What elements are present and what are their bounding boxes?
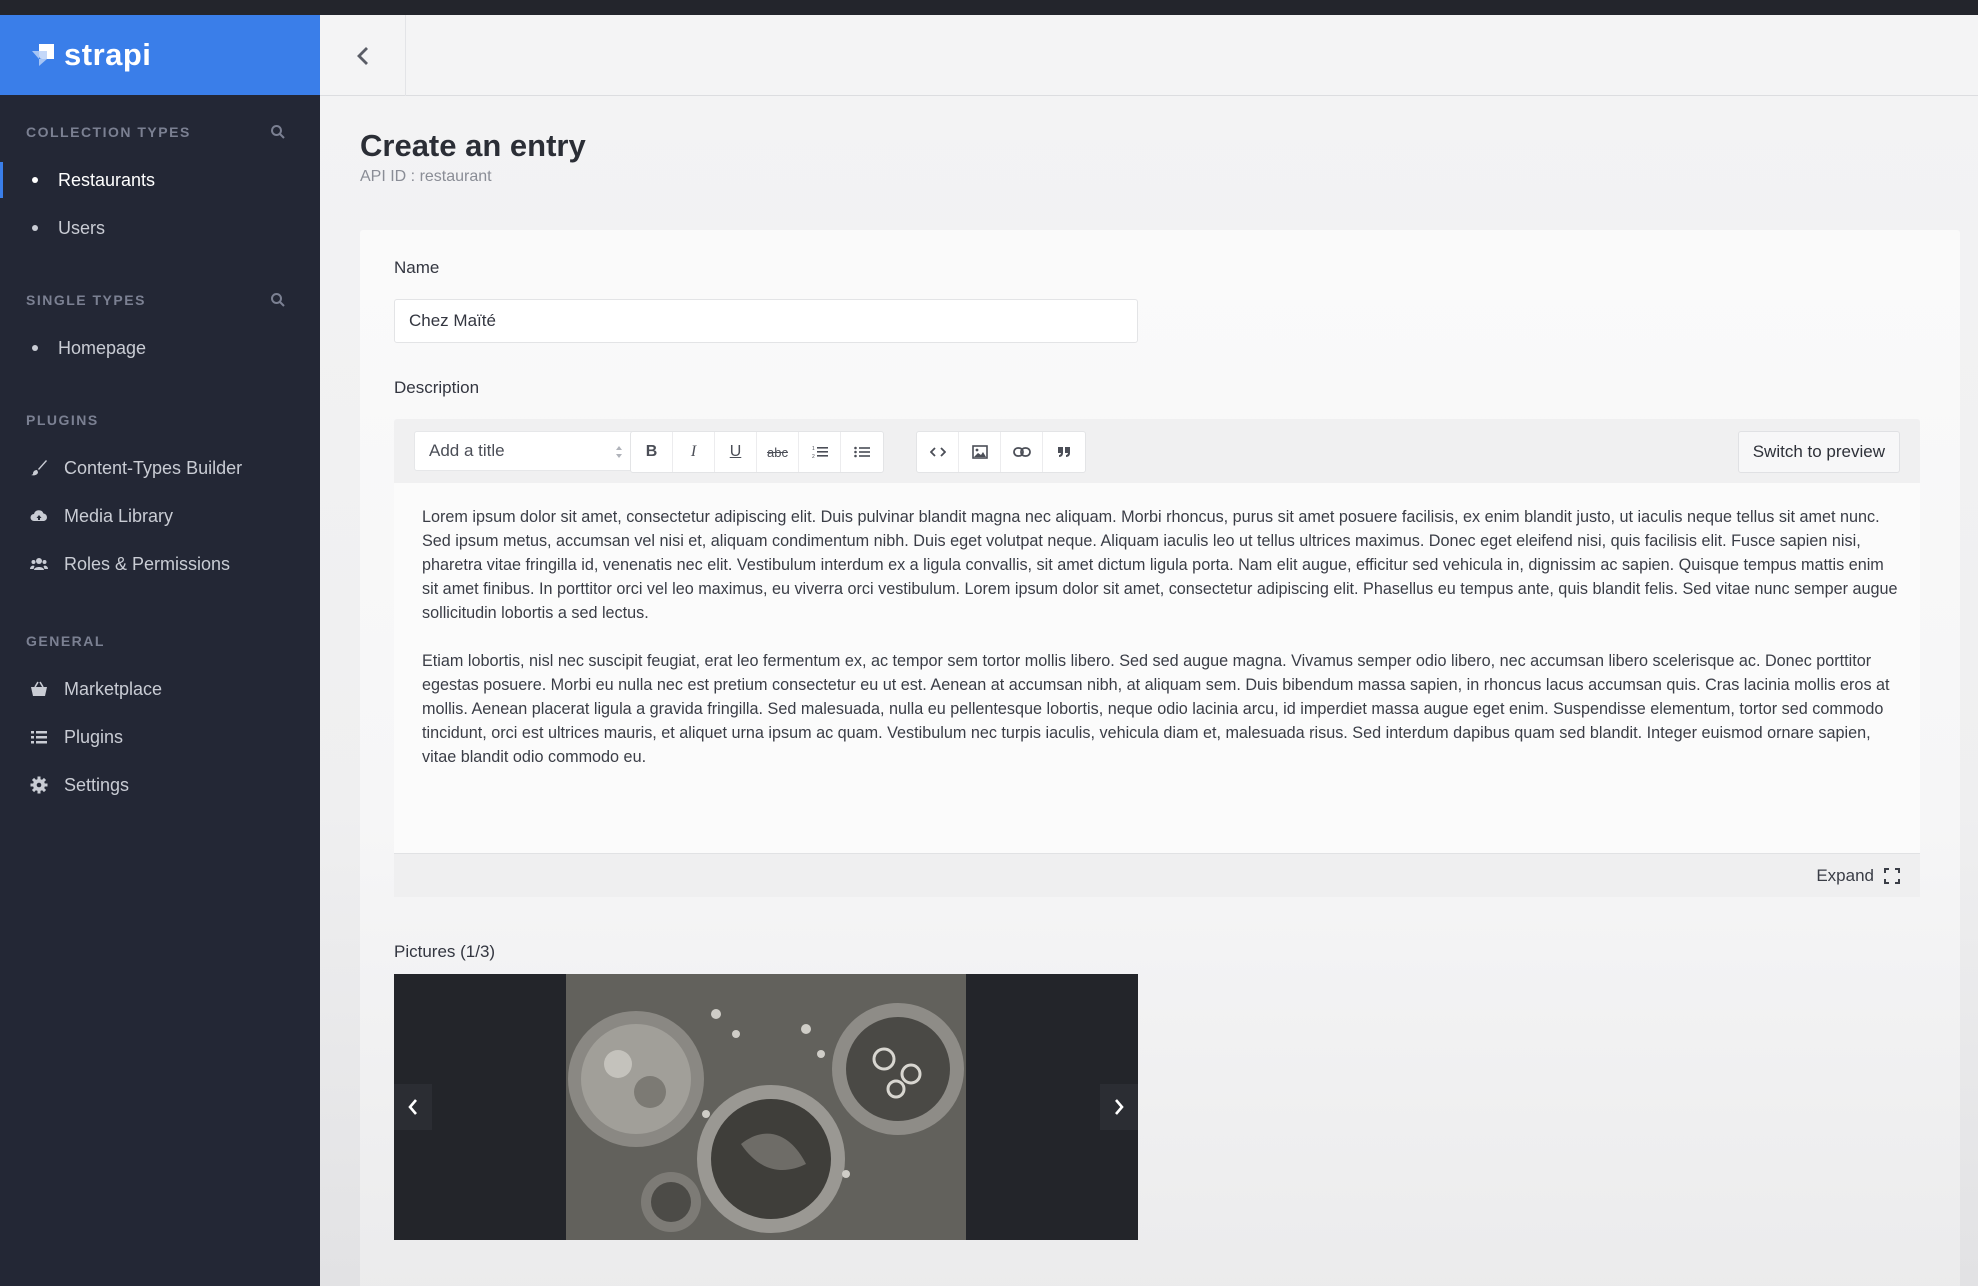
link-button[interactable] xyxy=(1001,432,1043,472)
expand-label: Expand xyxy=(1816,866,1874,885)
strikethrough-button[interactable]: abc xyxy=(757,432,799,472)
brand-name: strapi xyxy=(64,37,152,72)
carousel-prev-button[interactable] xyxy=(394,1084,432,1130)
bullet-icon xyxy=(32,177,38,183)
main-content: Create an entry API ID : restaurant Name… xyxy=(320,96,1978,1286)
editor-footer: Expand xyxy=(394,853,1920,897)
italic-button[interactable]: I xyxy=(673,432,715,472)
bullet-icon xyxy=(32,225,38,231)
link-icon xyxy=(1012,447,1031,457)
description-editor: Add a title B I U abc 12 Switch to previ… xyxy=(394,419,1920,919)
sidebar-item-marketplace[interactable]: Marketplace xyxy=(0,665,320,713)
sidebar-item-label: Content-Types Builder xyxy=(64,457,243,478)
bulleted-list-icon xyxy=(854,446,870,458)
fullscreen-icon xyxy=(1884,868,1900,884)
sidebar-item-label: Restaurants xyxy=(58,169,156,190)
users-icon xyxy=(30,555,48,573)
code-icon xyxy=(929,447,946,457)
api-id-label: API ID : restaurant xyxy=(360,168,492,185)
chevron-left-icon xyxy=(356,46,368,65)
search-icon[interactable] xyxy=(270,292,286,308)
description-label: Description xyxy=(394,378,480,397)
bulleted-list-button[interactable] xyxy=(841,432,883,472)
pictures-carousel xyxy=(394,974,1138,1240)
insert-button-group xyxy=(916,431,1086,473)
pictures-label: Pictures (1/3) xyxy=(394,942,496,961)
bullet-icon xyxy=(32,345,38,351)
brand-logo[interactable]: strapi xyxy=(0,15,320,95)
sidebar-item-media-library[interactable]: Media Library xyxy=(0,492,320,540)
back-button[interactable] xyxy=(320,15,406,96)
sidebar-item-label: Homepage xyxy=(58,337,147,358)
sidebar-item-settings[interactable]: Settings xyxy=(0,761,320,809)
section-title-general: General xyxy=(26,633,105,649)
title-select[interactable]: Add a title xyxy=(414,431,634,471)
single-types-section: Single Types Homepage xyxy=(0,289,320,372)
expand-button[interactable]: Expand xyxy=(1816,854,1900,898)
numbered-list-button[interactable]: 12 xyxy=(799,432,841,472)
svg-text:1: 1 xyxy=(812,446,815,452)
editor-toolbar: Add a title B I U abc 12 Switch to previ… xyxy=(394,419,1920,483)
title-select-value: Add a title xyxy=(429,441,505,460)
underline-button[interactable]: U xyxy=(715,432,757,472)
description-textarea[interactable]: Lorem ipsum dolor sit amet, consectetur … xyxy=(394,483,1920,853)
restaurant-food-image xyxy=(566,974,966,1240)
name-input[interactable] xyxy=(394,299,1138,343)
plugins-section: Plugins Content-Types Builder Media Libr… xyxy=(0,409,320,588)
chevron-right-icon xyxy=(1115,1099,1124,1115)
sidebar-item-restaurants[interactable]: Restaurants xyxy=(0,156,320,204)
sidebar-item-label: Roles & Permissions xyxy=(64,553,231,574)
select-arrows-icon xyxy=(616,446,622,458)
carousel-next-button[interactable] xyxy=(1100,1084,1138,1130)
sidebar-item-content-types-builder[interactable]: Content-Types Builder xyxy=(0,444,320,492)
image-button[interactable] xyxy=(959,432,1001,472)
chevron-left-icon xyxy=(408,1099,417,1115)
image-icon xyxy=(971,445,988,459)
collection-types-section: Collection Types Restaurants Users xyxy=(0,121,320,252)
bold-button[interactable]: B xyxy=(631,432,673,472)
name-label: Name xyxy=(394,258,440,277)
paintbrush-icon xyxy=(30,459,48,477)
sidebar-item-label: Settings xyxy=(64,774,130,795)
switch-to-preview-button[interactable]: Switch to preview xyxy=(1737,431,1900,473)
quote-button[interactable] xyxy=(1043,432,1085,472)
description-paragraph: Lorem ipsum dolor sit amet, consectetur … xyxy=(422,508,1898,622)
entry-form-card: Name Description Add a title B I U abc 1… xyxy=(360,230,1960,1286)
top-header xyxy=(320,15,1978,96)
quote-icon xyxy=(1058,447,1070,457)
sidebar-item-plugins[interactable]: Plugins xyxy=(0,713,320,761)
basket-icon xyxy=(30,680,48,698)
sidebar-item-label: Media Library xyxy=(64,505,174,526)
cloud-icon xyxy=(30,507,48,525)
page-title: Create an entry xyxy=(360,128,586,163)
sidebar-item-label: Plugins xyxy=(64,726,124,747)
sidebar-item-label: Users xyxy=(58,217,106,238)
sidebar: strapi Collection Types Restaurants User… xyxy=(0,15,320,1286)
window-top-strip xyxy=(0,0,1978,15)
section-title-single-types: Single Types xyxy=(26,292,146,308)
description-paragraph: Etiam lobortis, nisl nec suscipit feugia… xyxy=(422,652,1890,766)
list-icon xyxy=(30,728,48,746)
sidebar-item-homepage[interactable]: Homepage xyxy=(0,324,320,372)
section-title-collection-types: Collection Types xyxy=(26,124,191,140)
gear-icon xyxy=(30,776,48,794)
code-button[interactable] xyxy=(917,432,959,472)
svg-text:2: 2 xyxy=(812,454,815,459)
sidebar-item-roles-permissions[interactable]: Roles & Permissions xyxy=(0,540,320,588)
search-icon[interactable] xyxy=(270,124,286,140)
general-section: General Marketplace Plugins Settings xyxy=(0,630,320,809)
section-title-plugins: Plugins xyxy=(26,412,99,428)
sidebar-item-label: Marketplace xyxy=(64,678,163,699)
sidebar-item-users[interactable]: Users xyxy=(0,204,320,252)
strapi-logo-icon xyxy=(32,44,54,66)
format-button-group: B I U abc 12 xyxy=(630,431,884,473)
numbered-list-icon: 12 xyxy=(812,446,828,459)
